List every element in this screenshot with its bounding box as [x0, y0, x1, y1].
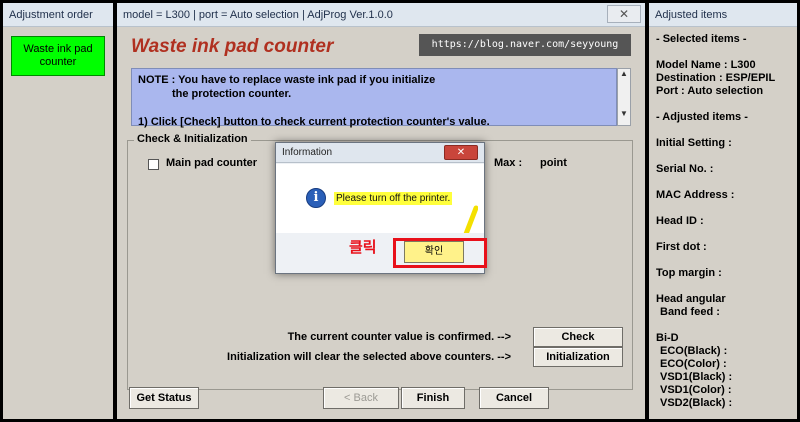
- adjusted-items-panel: Adjusted items - Selected items - Model …: [649, 3, 797, 419]
- main-window-title: model = L300 | port = Auto selection | A…: [117, 3, 645, 27]
- cancel-button[interactable]: Cancel: [479, 387, 549, 409]
- adjusted-items-list: - Selected items - Model Name : L300 Des…: [649, 28, 797, 419]
- confirm-text: The current counter value is confirmed. …: [287, 331, 511, 343]
- main-pad-checkbox[interactable]: [148, 159, 159, 170]
- url-watermark: https://blog.naver.com/seyyoung: [419, 34, 631, 56]
- initial-setting: Initial Setting :: [656, 137, 732, 149]
- destination: Destination : ESP/EPIL: [656, 72, 776, 84]
- adjustment-order-panel: Adjustment order Waste ink pad counter: [3, 3, 113, 419]
- head-id: Head ID :: [656, 215, 704, 227]
- band-feed: Band feed :: [660, 306, 720, 318]
- bi-d: Bi-D: [656, 332, 679, 344]
- point-label: point: [540, 157, 567, 169]
- click-annotation: 클릭: [349, 238, 377, 256]
- check-button[interactable]: Check: [533, 327, 623, 347]
- note-line-2: the protection counter.: [172, 88, 292, 100]
- head-angular: Head angular: [656, 293, 726, 305]
- order-item-waste-ink-pad[interactable]: Waste ink pad counter: [11, 36, 105, 76]
- init-text: Initialization will clear the selected a…: [227, 351, 511, 363]
- note-line-1: NOTE : You have to replace waste ink pad…: [138, 74, 436, 86]
- adjusted-items-heading: - Adjusted items -: [656, 111, 748, 123]
- dialog-title-bar: Information ✕: [276, 143, 484, 163]
- selected-items-heading: - Selected items -: [656, 33, 747, 45]
- info-icon: i: [306, 188, 326, 208]
- ok-highlight-box: [393, 238, 487, 268]
- vsd2-black: VSD2(Black) :: [660, 397, 733, 409]
- mac-address: MAC Address :: [656, 189, 735, 201]
- eco-black: ECO(Black) :: [660, 345, 728, 357]
- vsd1-color: VSD1(Color) :: [660, 384, 732, 396]
- note-line-3: 1) Click [Check] button to check current…: [138, 116, 490, 128]
- dialog-message: Please turn off the printer.: [334, 192, 453, 205]
- max-label: Max :: [494, 157, 523, 169]
- note-box: NOTE : You have to replace waste ink pad…: [131, 68, 617, 128]
- top-margin: Top margin :: [656, 267, 722, 279]
- adjustment-order-title: Adjustment order: [3, 3, 113, 27]
- dialog-content: i Please turn off the printer.: [276, 164, 484, 263]
- main-pad-label: Main pad counter: [166, 157, 258, 169]
- main-close-button[interactable]: ✕: [607, 5, 641, 23]
- adjusted-items-title: Adjusted items: [649, 3, 797, 27]
- group-title: Check & Initialization: [134, 133, 251, 145]
- get-status-button[interactable]: Get Status: [129, 387, 199, 409]
- model-name: Model Name : L300: [656, 59, 756, 71]
- vsd1-black: VSD1(Black) :: [660, 371, 733, 383]
- first-dot: First dot :: [656, 241, 707, 253]
- dialog-close-button[interactable]: ✕: [444, 145, 478, 160]
- dialog-title: Information: [282, 147, 333, 158]
- port: Port : Auto selection: [656, 85, 764, 97]
- back-button[interactable]: < Back: [323, 387, 399, 409]
- finish-button[interactable]: Finish: [401, 387, 465, 409]
- serial-no: Serial No. :: [656, 163, 714, 175]
- scroll-up-icon[interactable]: ▲: [618, 69, 630, 79]
- note-scrollbar[interactable]: ▲ ▼: [617, 68, 631, 126]
- page-title: Waste ink pad counter: [131, 36, 334, 57]
- scroll-down-icon[interactable]: ▼: [618, 109, 630, 119]
- initialization-button[interactable]: Initialization: [533, 347, 623, 367]
- eco-color: ECO(Color) :: [660, 358, 727, 370]
